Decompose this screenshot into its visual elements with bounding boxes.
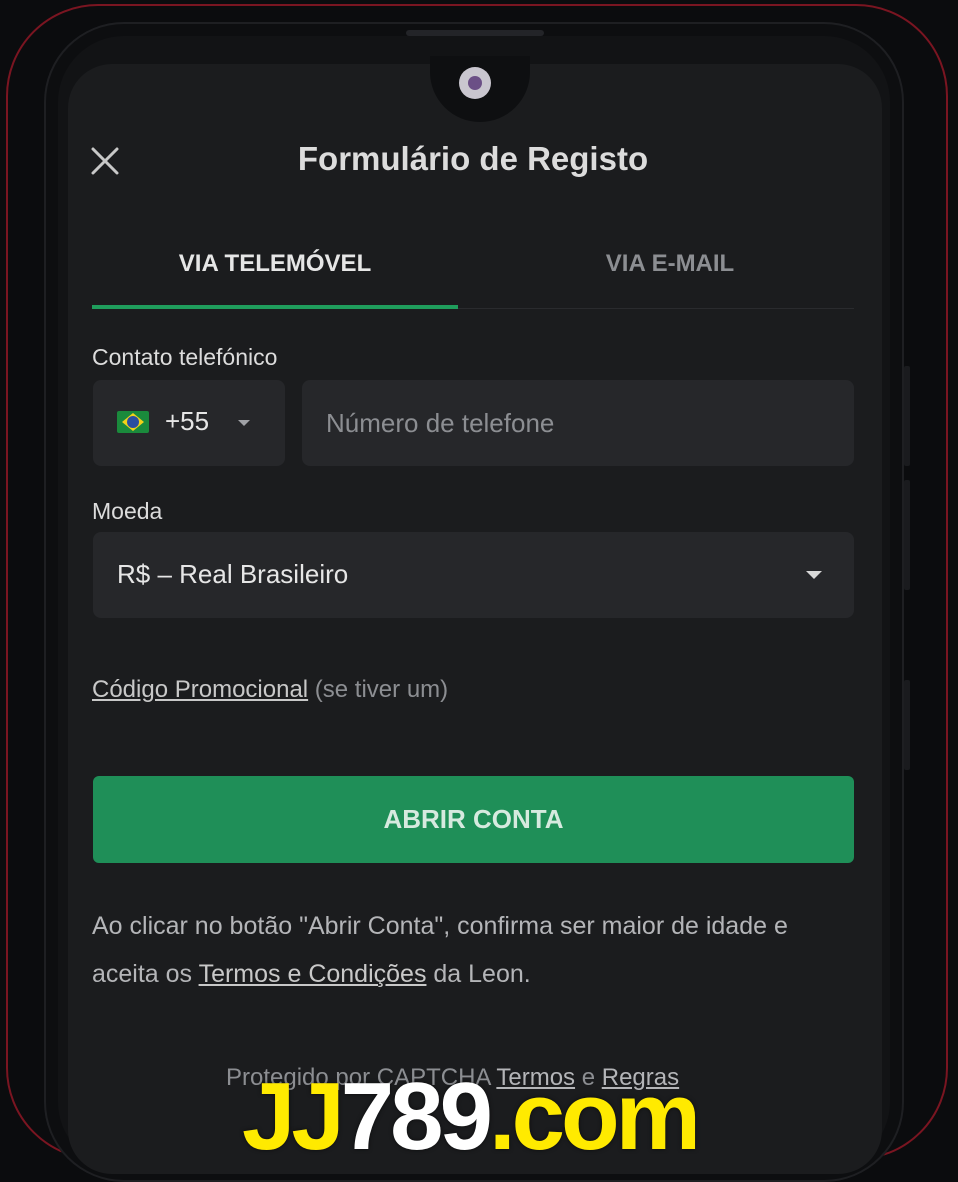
phone-number-input[interactable] — [302, 380, 854, 466]
legal-text-end: da Leon. — [426, 960, 531, 988]
legal-notice: Ao clicar no botão "Abrir Conta", confir… — [92, 902, 822, 998]
currency-value: R$ – Real Brasileiro — [117, 559, 349, 589]
promo-hint: (se tiver um) — [314, 676, 449, 703]
volume-button — [904, 366, 910, 466]
dial-code: +55 — [165, 406, 210, 436]
active-tab-indicator — [92, 305, 458, 309]
terms-conditions-link[interactable]: Termos e Condições — [199, 960, 427, 988]
phone-screen — [68, 64, 882, 1174]
chevron-down-icon — [806, 571, 822, 579]
watermark-logo: JJ789.com — [242, 1062, 701, 1172]
currency-label: Moeda — [92, 498, 163, 524]
power-button — [904, 480, 910, 590]
chevron-down-icon — [238, 420, 250, 426]
speaker — [406, 30, 544, 36]
watermark-part: .com — [488, 1063, 701, 1170]
close-icon[interactable] — [90, 146, 120, 176]
phone-label: Contato telefónico — [92, 344, 278, 370]
brazil-flag-icon — [117, 411, 149, 433]
page-title: Formulário de Registo — [297, 140, 649, 177]
currency-select[interactable]: R$ – Real Brasileiro — [93, 532, 854, 618]
watermark-part: JJ — [242, 1063, 345, 1170]
camera-icon — [459, 67, 491, 99]
promo-code-link[interactable]: Código Promocional — [92, 676, 308, 703]
side-key — [904, 680, 910, 770]
open-account-button[interactable]: ABRIR CONTA — [93, 776, 854, 863]
tab-via-email[interactable]: VIA E-MAIL — [486, 250, 854, 278]
country-code-select[interactable]: +55 — [93, 380, 285, 466]
tab-via-telemovel[interactable]: VIA TELEMÓVEL — [92, 250, 458, 278]
watermark-part: 789 — [340, 1063, 493, 1170]
promo-line: Código Promocional (se tiver um) — [92, 676, 448, 704]
